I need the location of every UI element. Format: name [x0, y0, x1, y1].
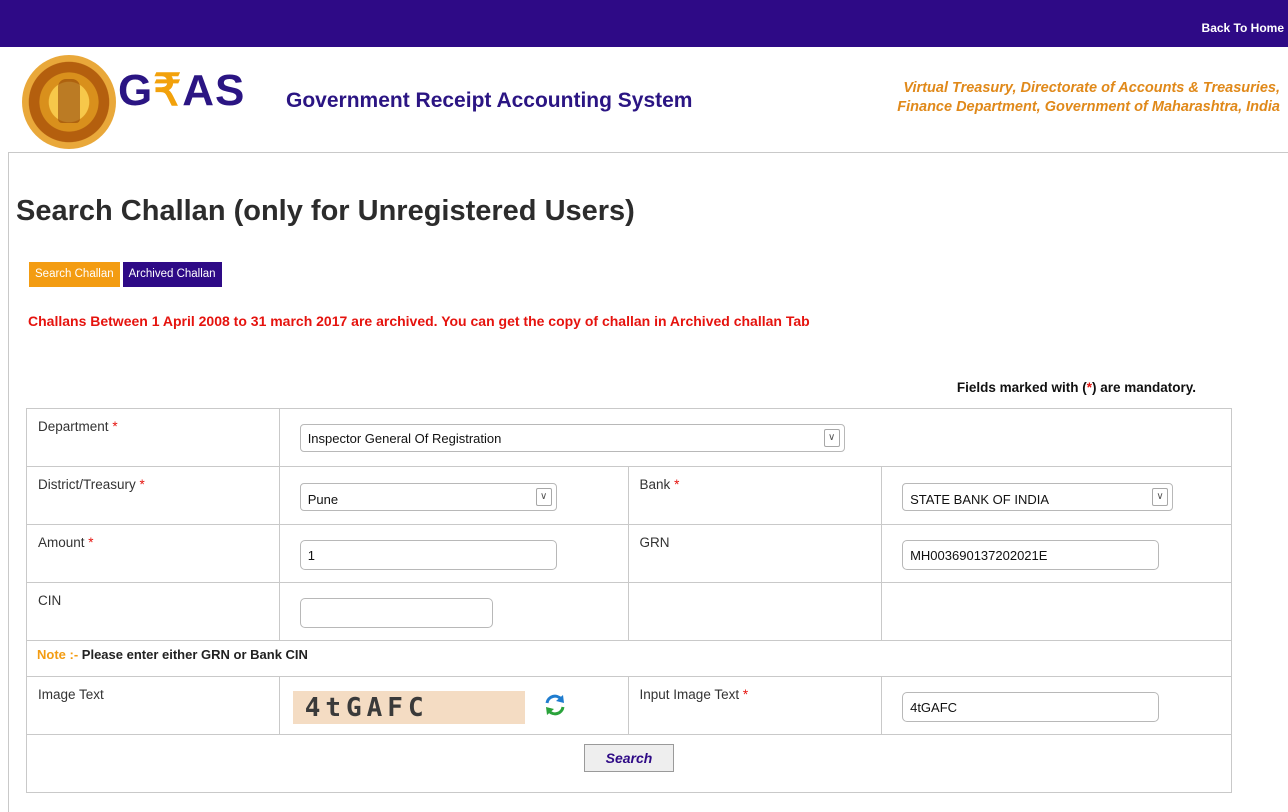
- amount-input[interactable]: 1: [299, 540, 557, 570]
- amount-label-cell: Amount *: [26, 524, 280, 583]
- bank-value: STATE BANK OF INDIA: [910, 492, 1050, 507]
- cin-field-cell: [278, 582, 629, 641]
- search-challan-form: Department * Inspector General Of Regist…: [26, 408, 1233, 793]
- bank-select[interactable]: STATE BANK OF INDIA ∨: [902, 483, 1174, 511]
- department-label-cell: Department *: [26, 408, 280, 467]
- page-title: Search Challan (only for Unregistered Us…: [16, 195, 635, 227]
- org-line-2: Finance Department, Government of Mahara…: [897, 99, 1280, 115]
- org-line-1: Virtual Treasury, Directorate of Account…: [903, 80, 1280, 96]
- archive-notice: Challans Between 1 April 2008 to 31 marc…: [28, 313, 810, 329]
- grn-input[interactable]: MH003690137202021E: [902, 540, 1160, 570]
- bank-label: Bank: [639, 477, 671, 492]
- top-bar: Back To Home: [0, 0, 1288, 47]
- captcha-image: 4tGAFC: [292, 691, 565, 724]
- note-row: Note :- Please enter either GRN or Bank …: [26, 640, 1232, 677]
- tab-bar: Search Challan Archived Challan: [29, 262, 222, 287]
- input-image-text-label-cell: Input Image Text *: [627, 676, 883, 735]
- captcha-cell: 4tGAFC: [278, 676, 629, 735]
- mandatory-prefix: Fields marked with (: [956, 380, 1087, 395]
- department-label: Department: [38, 419, 109, 434]
- site-header: G₹AS Government Receipt Accounting Syste…: [0, 47, 1288, 152]
- image-text-label: Image Text: [38, 687, 104, 702]
- input-image-text-label: Input Image Text: [639, 687, 740, 702]
- grn-label: GRN: [639, 535, 670, 550]
- required-mark: *: [139, 477, 145, 492]
- note-label: Note :-: [37, 647, 79, 662]
- amount-field-cell: 1: [278, 524, 629, 583]
- district-field-cell: Pune ∨: [278, 466, 629, 525]
- district-select[interactable]: Pune ∨: [299, 483, 557, 511]
- refresh-icon[interactable]: [543, 693, 567, 717]
- department-value: Inspector General Of Registration: [307, 431, 502, 446]
- empty-cell: [627, 582, 883, 641]
- chevron-down-icon[interactable]: ∨: [1152, 488, 1169, 506]
- grn-field-cell: MH003690137202021E: [881, 524, 1232, 583]
- note-text: Please enter either GRN or Bank CIN: [81, 647, 308, 662]
- department-select[interactable]: Inspector General Of Registration ∨: [299, 424, 845, 452]
- back-to-home-link[interactable]: Back To Home: [1202, 21, 1284, 35]
- captcha-input[interactable]: 4tGAFC: [902, 692, 1160, 722]
- tab-search-challan[interactable]: Search Challan: [29, 262, 120, 287]
- search-button[interactable]: Search: [584, 744, 674, 772]
- maharashtra-emblem-logo: [22, 55, 116, 149]
- gras-logo: G₹AS: [118, 69, 245, 113]
- image-text-label-cell: Image Text: [26, 676, 280, 735]
- empty-cell: [881, 582, 1232, 641]
- district-label-cell: District/Treasury *: [26, 466, 280, 525]
- cin-label-cell: CIN: [26, 582, 280, 641]
- tab-archived-challan[interactable]: Archived Challan: [122, 262, 222, 287]
- department-field-cell: Inspector General Of Registration ∨: [278, 408, 1233, 467]
- required-mark: *: [112, 419, 118, 434]
- required-mark: *: [742, 687, 749, 702]
- chevron-down-icon[interactable]: ∨: [535, 488, 552, 506]
- organization-info: Virtual Treasury, Directorate of Account…: [897, 79, 1280, 117]
- mandatory-fields-note: Fields marked with (*) are mandatory.: [957, 380, 1196, 395]
- required-mark: *: [674, 477, 680, 492]
- logo-letter-g: G: [118, 66, 154, 115]
- amount-label: Amount: [38, 535, 85, 550]
- mandatory-suffix: ) are mandatory.: [1091, 380, 1196, 395]
- search-button-row: Search: [26, 734, 1232, 793]
- cin-input[interactable]: [299, 598, 493, 628]
- rupee-icon: ₹: [153, 66, 183, 115]
- chevron-down-icon[interactable]: ∨: [823, 429, 840, 447]
- district-label: District/Treasury: [38, 477, 136, 492]
- logo-letters-as: AS: [182, 66, 246, 115]
- bank-field-cell: STATE BANK OF INDIA ∨: [881, 466, 1232, 525]
- input-image-text-field-cell: 4tGAFC: [881, 676, 1232, 735]
- district-value: Pune: [307, 492, 339, 507]
- required-mark: *: [88, 535, 94, 550]
- cin-label: CIN: [38, 593, 62, 608]
- bank-label-cell: Bank *: [627, 466, 883, 525]
- logo-subtitle: Government Receipt Accounting System: [286, 89, 693, 112]
- captcha-text: 4tGAFC: [304, 693, 429, 723]
- grn-label-cell: GRN: [627, 524, 883, 583]
